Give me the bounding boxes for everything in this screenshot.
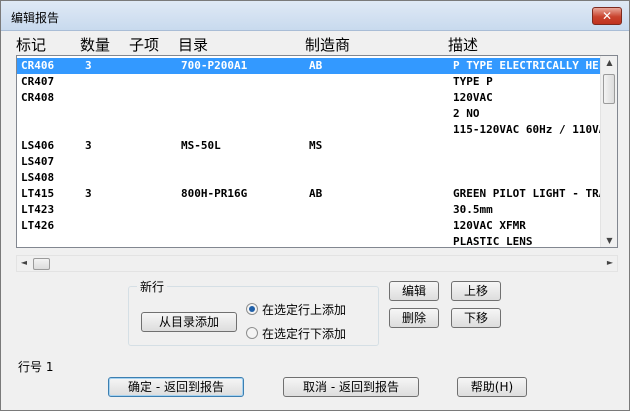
horizontal-scrollbar[interactable]: ◄ ► [16, 255, 618, 272]
cell-tag: LT423 [21, 203, 55, 216]
column-header-manufacturer[interactable]: 制造商 [305, 34, 350, 55]
table-row[interactable]: CR407 TYPE P [17, 74, 601, 90]
cell-tag: CR406 [21, 59, 55, 72]
cell-qty: 3 [85, 139, 92, 152]
cell-tag: LT426 [21, 219, 55, 232]
cell-tag: CR408 [21, 91, 55, 104]
move-up-button[interactable]: 上移 [451, 281, 501, 301]
insert-above-radio[interactable] [246, 303, 258, 315]
table-row[interactable]: LS408 [17, 170, 601, 186]
cell-catalog: 700-P200A1 [181, 59, 248, 72]
scroll-down-arrow-icon[interactable]: ▼ [601, 236, 617, 245]
title-bar: 编辑报告 ✕ [1, 1, 629, 31]
cell-qty: 3 [85, 59, 92, 72]
column-header-description[interactable]: 描述 [448, 34, 478, 55]
cell-qty: 3 [85, 187, 92, 200]
move-down-button[interactable]: 下移 [451, 308, 501, 328]
edit-button[interactable]: 编辑 [389, 281, 439, 301]
cell-desc: 2 NO [453, 107, 480, 120]
column-header-catalog[interactable]: 目录 [178, 34, 208, 55]
table-row[interactable]: LS407 [17, 154, 601, 170]
cell-desc: 120VAC XFMR [453, 219, 526, 232]
table-row[interactable]: PLASTIC LENS [17, 234, 601, 248]
table-row[interactable]: LT423 30.5mm [17, 202, 601, 218]
cell-desc: 30.5mm [453, 203, 493, 216]
insert-above-label: 在选定行上添加 [262, 303, 347, 317]
table-row[interactable]: 115-120VAC 60Hz / 110VAC 50Hz [17, 122, 601, 138]
insert-below-radio[interactable] [246, 327, 258, 339]
column-header-subitem[interactable]: 子项 [129, 34, 159, 55]
cell-tag: LS406 [21, 139, 55, 152]
cell-tag: LT415 [21, 187, 55, 200]
cell-catalog: MS-50L [181, 139, 221, 152]
delete-button[interactable]: 删除 [389, 308, 439, 328]
cell-mfr: AB [309, 59, 323, 72]
line-number-status: 行号 1 [18, 358, 53, 375]
scroll-up-arrow-icon[interactable]: ▲ [601, 58, 617, 67]
cell-desc: 115-120VAC 60Hz / 110VAC 50Hz [453, 123, 601, 136]
cell-tag: LS407 [21, 155, 55, 168]
vertical-scrollbar[interactable]: ▲ ▼ [600, 56, 617, 247]
line-number-label: 行号 [18, 360, 43, 374]
scroll-right-arrow-icon[interactable]: ► [603, 258, 617, 267]
horizontal-scroll-thumb[interactable] [33, 258, 50, 270]
cell-desc: 120VAC [453, 91, 493, 104]
table-row[interactable]: LT415 3 800H-PR16G AB GREEN PILOT LIGHT - TR… [17, 186, 601, 202]
add-from-catalog-button[interactable]: 从目录添加 [141, 312, 237, 332]
table-row[interactable]: CR408 120VAC [17, 90, 601, 106]
help-button[interactable]: 帮助(H) [457, 377, 527, 397]
scroll-left-arrow-icon[interactable]: ◄ [17, 258, 31, 267]
window-title: 编辑报告 [11, 11, 60, 25]
cell-tag: CR407 [21, 75, 55, 88]
cell-desc: PLASTIC LENS [453, 235, 533, 248]
cell-desc: P TYPE ELECTRICALLY HELD RELAY [453, 59, 601, 72]
report-list[interactable]: PLASTIC LENS LT426 120VAC XFMR LT423 30.5mm L… [16, 55, 618, 248]
close-button[interactable]: ✕ [592, 7, 622, 25]
table-row[interactable]: LT426 120VAC XFMR [17, 218, 601, 234]
cell-tag: LS408 [21, 171, 55, 184]
cell-desc: TYPE P [453, 75, 493, 88]
column-header-qty[interactable]: 数量 [80, 34, 110, 55]
edit-report-dialog: 编辑报告 ✕ 标记 数量 子项 目录 制造商 描述 PLASTIC LENS LT… [0, 0, 630, 411]
new-row-group-title: 新行 [137, 278, 168, 295]
cell-catalog: 800H-PR16G [181, 187, 248, 200]
table-row[interactable]: LS406 3 MS-50L MS [17, 138, 601, 154]
column-header-tag[interactable]: 标记 [16, 34, 46, 55]
cancel-return-button[interactable]: 取消 - 返回到报告 [283, 377, 419, 397]
line-number-value: 1 [45, 360, 54, 374]
table-row[interactable]: CR406 3 700-P200A1 AB P TYPE ELECTRICALLY HE… [17, 58, 601, 74]
cell-mfr: MS [309, 139, 323, 152]
cell-desc: GREEN PILOT LIGHT - TRANSFORMER [453, 187, 601, 200]
vertical-scroll-thumb[interactable] [603, 74, 615, 104]
insert-below-label: 在选定行下添加 [262, 327, 347, 341]
cell-mfr: AB [309, 187, 323, 200]
ok-return-button[interactable]: 确定 - 返回到报告 [108, 377, 244, 397]
table-row[interactable]: 2 NO [17, 106, 601, 122]
